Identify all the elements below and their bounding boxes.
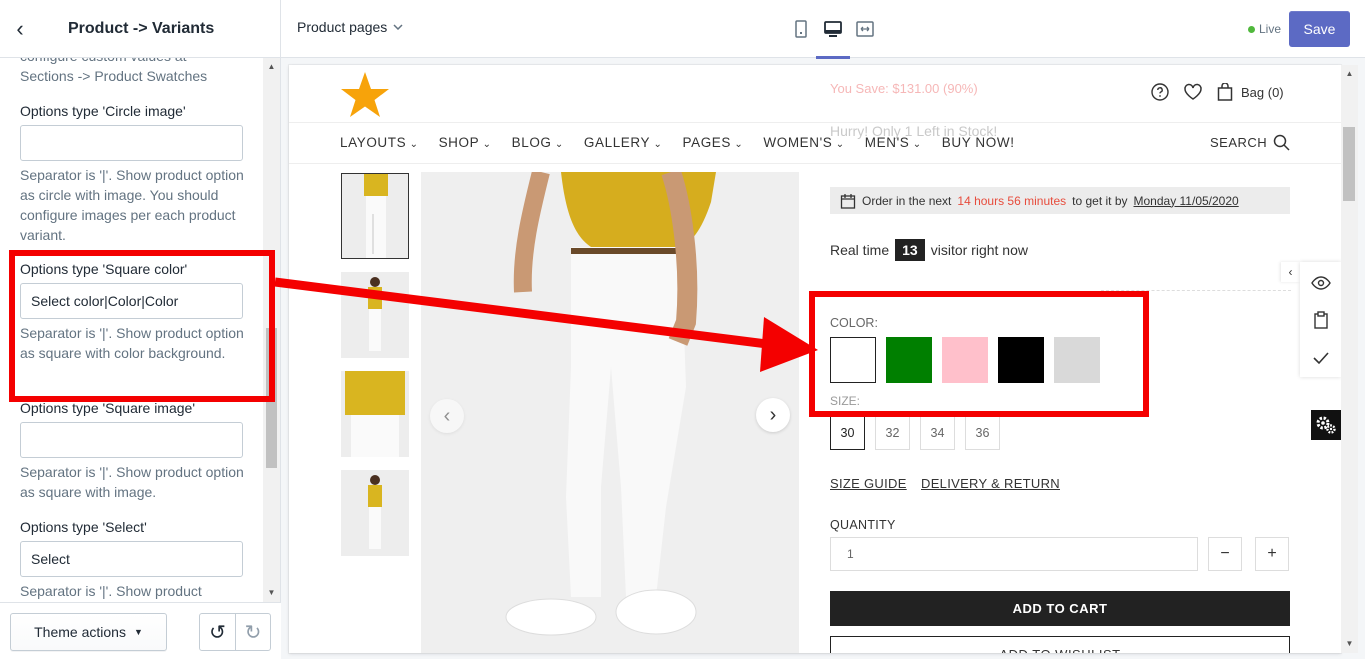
- add-to-wishlist-button[interactable]: ADD TO WISHLIST: [830, 636, 1290, 653]
- gears-icon[interactable]: [1311, 410, 1341, 440]
- preview-scrollbar[interactable]: ▲ ▼: [1341, 65, 1358, 653]
- intro-help-text: configure custom values at Sections -> P…: [20, 58, 208, 84]
- order-date: Monday 11/05/2020: [1133, 193, 1239, 208]
- size-guide-link[interactable]: SIZE GUIDE: [830, 476, 907, 491]
- header-actions: Bag (0): [1151, 83, 1284, 101]
- sidebar-footer: Theme actions ▼ ↺ ↻: [0, 602, 281, 659]
- delivery-countdown: Order in the next 14 hours 56 minutes to…: [830, 187, 1290, 214]
- scroll-down-arrow-icon[interactable]: ▼: [263, 586, 280, 600]
- square-image-help: Separator is '|'. Show product option as…: [20, 464, 244, 500]
- circle-image-label: Options type 'Circle image': [20, 103, 186, 119]
- bag-link[interactable]: Bag (0): [1217, 83, 1284, 101]
- delivery-return-link[interactable]: DELIVERY & RETURN: [921, 476, 1060, 491]
- visitors-prefix: Real time: [830, 242, 890, 258]
- sidebar-header: ‹ Product -> Variants: [0, 0, 281, 58]
- preview-scroll-up-icon[interactable]: ▲: [1341, 67, 1358, 81]
- star-logo-icon[interactable]: [339, 70, 391, 120]
- nav-buy-now[interactable]: BUY NOW!: [942, 135, 1015, 150]
- search-link[interactable]: SEARCH: [1210, 134, 1290, 151]
- heart-icon[interactable]: [1183, 83, 1203, 101]
- checkmark-icon[interactable]: [1311, 348, 1331, 368]
- size-option-34[interactable]: 34: [920, 415, 955, 450]
- fullscreen-view-icon[interactable]: [854, 17, 876, 41]
- search-icon: [1273, 134, 1290, 151]
- quantity-label: QUANTITY: [830, 518, 896, 532]
- circle-image-help: Separator is '|'. Show product option as…: [20, 167, 244, 243]
- you-save-text: You Save: $131.00 (90%): [830, 81, 978, 96]
- select-input[interactable]: Select: [20, 541, 243, 577]
- nav-mens[interactable]: MEN'S: [865, 135, 922, 150]
- circle-image-input[interactable]: [20, 125, 243, 161]
- search-label: SEARCH: [1210, 135, 1268, 150]
- undo-icon[interactable]: ↺: [200, 614, 235, 650]
- mobile-view-icon[interactable]: [790, 17, 812, 41]
- nav-pages[interactable]: PAGES: [683, 135, 744, 150]
- bag-icon: [1217, 83, 1233, 101]
- bag-label: Bag (0): [1241, 84, 1284, 100]
- store-navigation: LAYOUTS SHOP BLOG GALLERY PAGES WOMEN'S …: [289, 122, 1341, 164]
- size-option-32[interactable]: 32: [875, 415, 910, 450]
- size-option-36[interactable]: 36: [965, 415, 1000, 450]
- select-label: Options type 'Select': [20, 519, 147, 535]
- theme-actions-label: Theme actions: [34, 624, 126, 640]
- undo-redo-group: ↺ ↻: [199, 613, 271, 651]
- eye-icon[interactable]: [1311, 273, 1331, 293]
- visitors-suffix: visitor right now: [930, 242, 1028, 258]
- product-thumbnail-4[interactable]: [341, 470, 409, 556]
- nav-blog[interactable]: BLOG: [512, 135, 564, 150]
- back-arrow-icon[interactable]: ‹: [0, 0, 40, 58]
- quantity-increase-button[interactable]: +: [1255, 537, 1289, 571]
- order-middle: to get it by: [1072, 193, 1128, 208]
- chevron-down-icon: [393, 24, 403, 30]
- realtime-visitors: Real time 13 visitor right now: [830, 239, 1028, 261]
- nav-shop[interactable]: SHOP: [439, 135, 492, 150]
- preview-scroll-thumb[interactable]: [1343, 127, 1355, 201]
- clipboard-icon[interactable]: [1311, 310, 1331, 330]
- calendar-icon: [840, 193, 856, 209]
- theme-actions-button[interactable]: Theme actions ▼: [10, 613, 167, 651]
- order-countdown: 14 hours 56 minutes: [957, 193, 1067, 208]
- quantity-decrease-button[interactable]: −: [1208, 537, 1242, 571]
- square-image-input[interactable]: [20, 422, 243, 458]
- product-thumbnail-2[interactable]: [341, 272, 409, 358]
- desktop-view-icon[interactable]: [816, 17, 850, 59]
- side-toolbar-toggle-icon[interactable]: ‹: [1281, 262, 1300, 282]
- select-help: Separator is '|'. Show product: [20, 583, 202, 599]
- page-type-label: Product pages: [297, 19, 388, 35]
- nav-gallery[interactable]: GALLERY: [584, 135, 663, 150]
- quantity-input[interactable]: 1: [830, 537, 1198, 571]
- order-prefix: Order in the next: [862, 193, 952, 208]
- scroll-up-arrow-icon[interactable]: ▲: [263, 60, 280, 74]
- size-option-30[interactable]: 30: [830, 415, 865, 450]
- floating-side-toolbar: [1300, 262, 1341, 377]
- live-status: Live: [1248, 22, 1281, 36]
- nav-womens[interactable]: WOMEN'S: [763, 135, 844, 150]
- carousel-prev-button[interactable]: ‹: [430, 399, 464, 433]
- editor-topbar: Product pages Live Save: [281, 0, 1365, 59]
- live-label: Live: [1259, 22, 1282, 36]
- caret-down-icon: ▼: [133, 627, 143, 637]
- annotation-highlight-sidebar: [9, 250, 275, 402]
- annotation-highlight-swatches: [809, 291, 1149, 417]
- redo-icon[interactable]: ↻: [234, 614, 270, 650]
- live-dot-icon: [1248, 25, 1255, 33]
- product-main-image[interactable]: [421, 172, 799, 653]
- device-toggle-group: [790, 17, 876, 59]
- product-thumbnail-3[interactable]: [341, 371, 409, 457]
- add-to-cart-button[interactable]: ADD TO CART: [830, 591, 1290, 626]
- save-button[interactable]: Save: [1289, 11, 1350, 47]
- help-icon[interactable]: [1151, 83, 1169, 101]
- preview-scroll-down-icon[interactable]: ▼: [1341, 637, 1358, 651]
- product-thumbnail-1[interactable]: [341, 173, 409, 259]
- visitors-count: 13: [895, 239, 925, 261]
- sidebar-title: Product -> Variants: [68, 19, 215, 37]
- page-type-select[interactable]: Product pages: [297, 19, 403, 35]
- carousel-next-button[interactable]: ›: [756, 398, 790, 432]
- nav-layouts[interactable]: LAYOUTS: [340, 135, 419, 150]
